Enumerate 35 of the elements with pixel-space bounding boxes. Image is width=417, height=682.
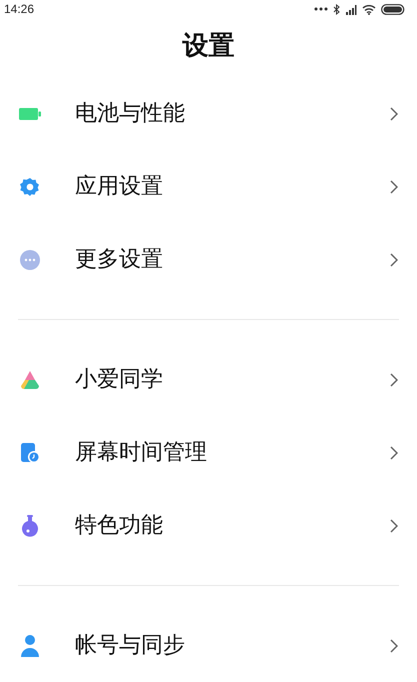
settings-item[interactable]: 帐号与同步 bbox=[0, 609, 417, 682]
settings-item[interactable]: 小爱同学 bbox=[0, 343, 417, 416]
more-icon bbox=[314, 7, 328, 11]
signal-icon bbox=[345, 4, 357, 14]
battery-icon bbox=[381, 4, 405, 14]
triangle-icon bbox=[18, 370, 40, 390]
status-time: 14:26 bbox=[4, 1, 34, 18]
chevron-right-icon bbox=[390, 106, 398, 120]
item-label: 屏幕时间管理 bbox=[75, 439, 208, 467]
page-title: 设置 bbox=[182, 30, 234, 63]
item-label: 特色功能 bbox=[75, 512, 164, 540]
chevron-right-icon bbox=[390, 252, 398, 266]
chevron-right-icon bbox=[390, 180, 398, 194]
battery-icon bbox=[18, 108, 40, 120]
wifi-icon bbox=[362, 4, 376, 14]
item-label: 更多设置 bbox=[75, 246, 164, 274]
chevron-right-icon bbox=[390, 518, 398, 532]
chevron-right-icon bbox=[390, 372, 398, 386]
gear-icon bbox=[20, 176, 40, 196]
settings-item[interactable]: 屏幕时间管理 bbox=[0, 416, 417, 489]
more-icon bbox=[20, 250, 40, 270]
bluetooth-icon bbox=[333, 4, 340, 14]
item-label: 应用设置 bbox=[75, 173, 164, 201]
person-icon bbox=[20, 634, 40, 656]
settings-item[interactable]: 特色功能 bbox=[0, 489, 417, 562]
item-label: 小爱同学 bbox=[75, 366, 164, 394]
chevron-right-icon bbox=[390, 446, 398, 460]
chevron-right-icon bbox=[390, 638, 398, 652]
flask-icon bbox=[20, 514, 40, 536]
item-label: 帐号与同步 bbox=[75, 632, 186, 660]
settings-item[interactable]: 更多设置 bbox=[0, 223, 417, 296]
settings-item[interactable]: 应用设置 bbox=[0, 150, 417, 223]
document-clock-icon bbox=[20, 442, 40, 462]
settings-item[interactable]: 电池与性能 bbox=[0, 77, 417, 150]
item-label: 电池与性能 bbox=[75, 100, 186, 128]
